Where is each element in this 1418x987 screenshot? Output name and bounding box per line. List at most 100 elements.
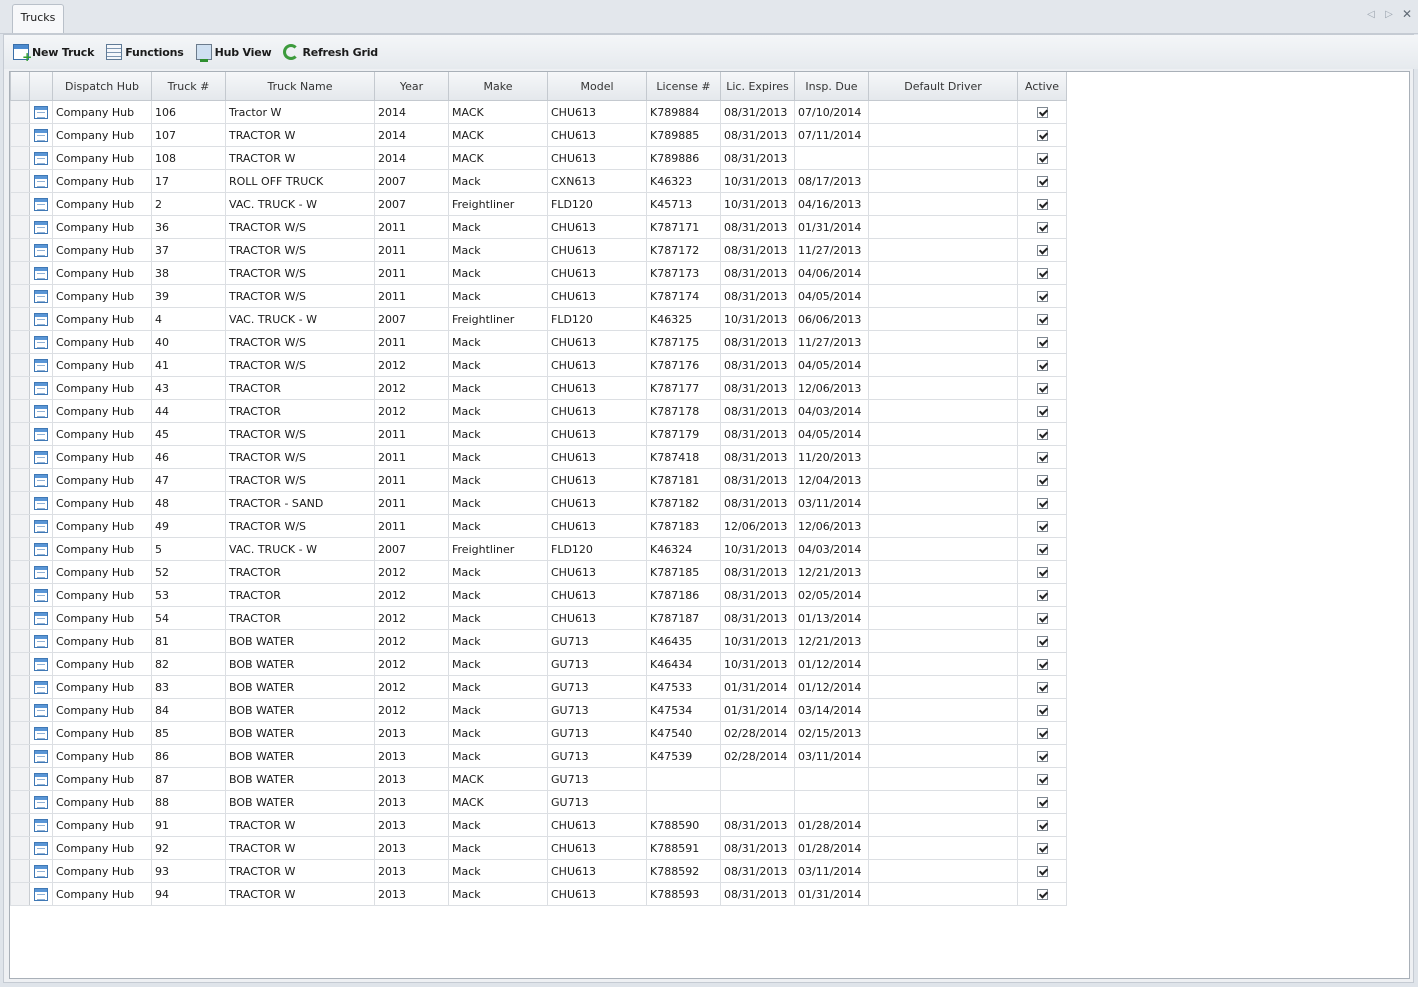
edit-record-cell[interactable] xyxy=(29,169,53,193)
license-cell[interactable]: K46325 xyxy=(646,307,721,331)
make-cell[interactable]: Mack xyxy=(448,629,548,653)
active-checkbox[interactable] xyxy=(1036,199,1048,210)
edit-record-icon[interactable] xyxy=(34,335,48,349)
edit-record-cell[interactable] xyxy=(29,215,53,239)
make-cell[interactable]: Mack xyxy=(448,238,548,262)
model-cell[interactable]: CHU613 xyxy=(547,445,647,469)
col-lic-expires[interactable]: Lic. Expires xyxy=(720,72,795,101)
license-cell[interactable]: K788592 xyxy=(646,859,721,883)
edit-record-cell[interactable] xyxy=(29,790,53,814)
insp-due-cell[interactable]: 03/14/2014 xyxy=(794,698,869,722)
row-selector[interactable] xyxy=(10,859,30,883)
edit-record-icon[interactable] xyxy=(34,266,48,280)
row-selector[interactable] xyxy=(10,215,30,239)
default-driver-cell[interactable] xyxy=(868,606,1018,630)
insp-due-cell[interactable] xyxy=(794,146,869,170)
year-cell[interactable]: 2007 xyxy=(374,307,449,331)
model-cell[interactable]: CHU613 xyxy=(547,514,647,538)
insp-due-cell[interactable]: 08/17/2013 xyxy=(794,169,869,193)
truck-name-cell[interactable]: Tractor W xyxy=(225,100,375,124)
edit-record-cell[interactable] xyxy=(29,238,53,262)
row-selector[interactable] xyxy=(10,790,30,814)
make-cell[interactable]: Mack xyxy=(448,836,548,860)
lic-expires-cell[interactable]: 08/31/2013 xyxy=(720,859,795,883)
active-checkbox[interactable] xyxy=(1036,636,1048,647)
make-cell[interactable]: Mack xyxy=(448,376,548,400)
insp-due-cell[interactable]: 12/21/2013 xyxy=(794,629,869,653)
dispatch-hub-cell[interactable]: Company Hub xyxy=(52,422,152,446)
table-row[interactable]: Company Hub 86 BOB WATER 2013 Mack GU713 K4753… xyxy=(10,744,1067,768)
insp-due-cell[interactable]: 11/27/2013 xyxy=(794,238,869,262)
row-selector[interactable] xyxy=(10,629,30,653)
dispatch-hub-cell[interactable]: Company Hub xyxy=(52,882,152,906)
year-cell[interactable]: 2007 xyxy=(374,192,449,216)
dispatch-hub-cell[interactable]: Company Hub xyxy=(52,721,152,745)
insp-due-cell[interactable]: 01/31/2014 xyxy=(794,882,869,906)
model-cell[interactable]: CHU613 xyxy=(547,353,647,377)
dispatch-hub-cell[interactable]: Company Hub xyxy=(52,790,152,814)
row-selector[interactable] xyxy=(10,399,30,423)
model-cell[interactable]: CHU613 xyxy=(547,606,647,630)
row-selector[interactable] xyxy=(10,468,30,492)
table-row[interactable]: Company Hub 2 VAC. TRUCK - W 2007 Freightlin… xyxy=(10,192,1067,216)
active-checkbox[interactable] xyxy=(1036,222,1048,233)
default-driver-cell[interactable] xyxy=(868,445,1018,469)
model-cell[interactable]: GU713 xyxy=(547,675,647,699)
edit-record-cell[interactable] xyxy=(29,813,53,837)
truck-number-cell[interactable]: 2 xyxy=(151,192,226,216)
edit-record-cell[interactable] xyxy=(29,261,53,285)
active-checkbox[interactable] xyxy=(1036,728,1048,739)
license-cell[interactable]: K45713 xyxy=(646,192,721,216)
truck-name-cell[interactable]: TRACTOR xyxy=(225,606,375,630)
insp-due-cell[interactable]: 03/11/2014 xyxy=(794,859,869,883)
edit-record-cell[interactable] xyxy=(29,330,53,354)
edit-record-icon[interactable] xyxy=(34,220,48,234)
row-selector[interactable] xyxy=(10,767,30,791)
default-driver-cell[interactable] xyxy=(868,721,1018,745)
make-cell[interactable]: Mack xyxy=(448,445,548,469)
make-cell[interactable]: Mack xyxy=(448,491,548,515)
truck-name-cell[interactable]: TRACTOR xyxy=(225,583,375,607)
model-cell[interactable]: FLD120 xyxy=(547,307,647,331)
make-cell[interactable]: MACK xyxy=(448,100,548,124)
insp-due-cell[interactable]: 07/10/2014 xyxy=(794,100,869,124)
row-selector[interactable] xyxy=(10,353,30,377)
truck-name-cell[interactable]: BOB WATER xyxy=(225,652,375,676)
default-driver-cell[interactable] xyxy=(868,376,1018,400)
make-cell[interactable]: Mack xyxy=(448,813,548,837)
dispatch-hub-cell[interactable]: Company Hub xyxy=(52,560,152,584)
insp-due-cell[interactable]: 03/11/2014 xyxy=(794,744,869,768)
dispatch-hub-cell[interactable]: Company Hub xyxy=(52,330,152,354)
truck-number-cell[interactable]: 81 xyxy=(151,629,226,653)
active-checkbox[interactable] xyxy=(1036,774,1048,785)
truck-name-cell[interactable]: VAC. TRUCK - W xyxy=(225,537,375,561)
truck-number-cell[interactable]: 46 xyxy=(151,445,226,469)
insp-due-cell[interactable]: 12/06/2013 xyxy=(794,514,869,538)
truck-name-cell[interactable]: TRACTOR W xyxy=(225,882,375,906)
year-cell[interactable]: 2007 xyxy=(374,537,449,561)
table-row[interactable]: Company Hub 53 TRACTOR 2012 Mack CHU613 K78718… xyxy=(10,583,1067,607)
truck-number-cell[interactable]: 49 xyxy=(151,514,226,538)
row-selector[interactable] xyxy=(10,606,30,630)
year-cell[interactable]: 2012 xyxy=(374,675,449,699)
insp-due-cell[interactable]: 12/04/2013 xyxy=(794,468,869,492)
year-cell[interactable]: 2013 xyxy=(374,813,449,837)
truck-number-cell[interactable]: 92 xyxy=(151,836,226,860)
insp-due-cell[interactable] xyxy=(794,767,869,791)
truck-number-cell[interactable]: 38 xyxy=(151,261,226,285)
model-cell[interactable]: GU713 xyxy=(547,767,647,791)
model-cell[interactable]: CHU613 xyxy=(547,215,647,239)
default-driver-cell[interactable] xyxy=(868,468,1018,492)
edit-record-icon[interactable] xyxy=(34,565,48,579)
table-row[interactable]: Company Hub 44 TRACTOR 2012 Mack CHU613 K78717… xyxy=(10,399,1067,423)
default-driver-cell[interactable] xyxy=(868,422,1018,446)
active-checkbox[interactable] xyxy=(1036,544,1048,555)
lic-expires-cell[interactable]: 10/31/2013 xyxy=(720,629,795,653)
edit-record-cell[interactable] xyxy=(29,606,53,630)
lic-expires-cell[interactable]: 10/31/2013 xyxy=(720,169,795,193)
model-cell[interactable]: CHU613 xyxy=(547,238,647,262)
truck-name-cell[interactable]: BOB WATER xyxy=(225,790,375,814)
truck-number-cell[interactable]: 85 xyxy=(151,721,226,745)
edit-record-cell[interactable] xyxy=(29,445,53,469)
model-cell[interactable]: CHU613 xyxy=(547,146,647,170)
